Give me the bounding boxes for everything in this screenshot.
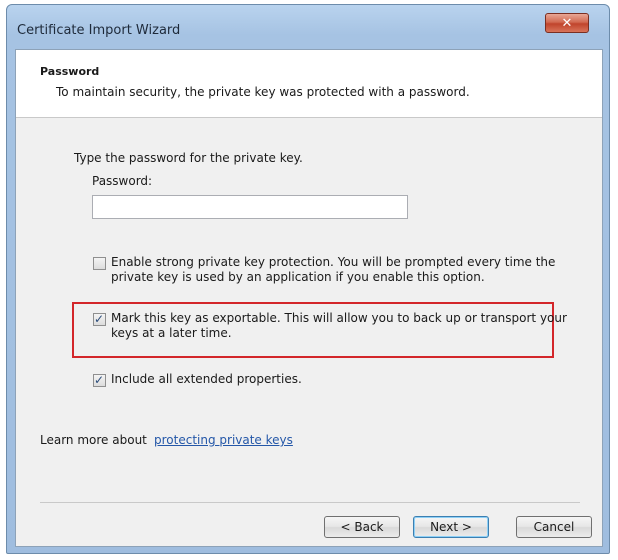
window-title: Certificate Import Wizard bbox=[17, 23, 181, 38]
learn-more-text: Learn more about bbox=[40, 433, 147, 447]
extended-properties-checkbox[interactable]: ✓ bbox=[93, 373, 106, 387]
password-label: Password: bbox=[92, 174, 153, 188]
strong-protection-checkbox[interactable] bbox=[93, 257, 106, 270]
next-button[interactable]: Next > bbox=[413, 516, 489, 538]
page-description: To maintain security, the private key wa… bbox=[56, 85, 470, 99]
strong-protection-label-line1: Enable strong private key protection. Yo… bbox=[111, 255, 556, 269]
strong-protection-label-line2: private key is used by an application if… bbox=[111, 270, 485, 284]
close-icon: ✕ bbox=[561, 15, 573, 31]
wizard-client-area: Password To maintain security, the priva… bbox=[15, 49, 603, 547]
title-bar[interactable]: Certificate Import Wizard ✕ bbox=[7, 5, 609, 45]
cancel-button[interactable]: Cancel bbox=[516, 516, 592, 538]
exportable-checkbox[interactable]: ✓ bbox=[93, 312, 106, 326]
page-title: Password bbox=[40, 65, 100, 78]
footer-divider bbox=[40, 502, 580, 503]
check-icon: ✓ bbox=[94, 373, 105, 387]
exportable-label-line2: keys at a later time. bbox=[111, 326, 232, 340]
password-input[interactable] bbox=[92, 195, 408, 219]
password-prompt: Type the password for the private key. bbox=[74, 151, 303, 165]
protecting-private-keys-link[interactable]: protecting private keys bbox=[154, 433, 293, 447]
close-button[interactable]: ✕ bbox=[545, 13, 589, 33]
check-icon: ✓ bbox=[94, 312, 105, 326]
wizard-header: Password To maintain security, the priva… bbox=[16, 50, 602, 118]
back-button[interactable]: < Back bbox=[324, 516, 400, 538]
exportable-label-line1: Mark this key as exportable. This will a… bbox=[111, 311, 567, 325]
extended-properties-label: Include all extended properties. bbox=[111, 372, 302, 386]
certificate-import-wizard-window: Certificate Import Wizard ✕ Password To … bbox=[6, 4, 610, 554]
